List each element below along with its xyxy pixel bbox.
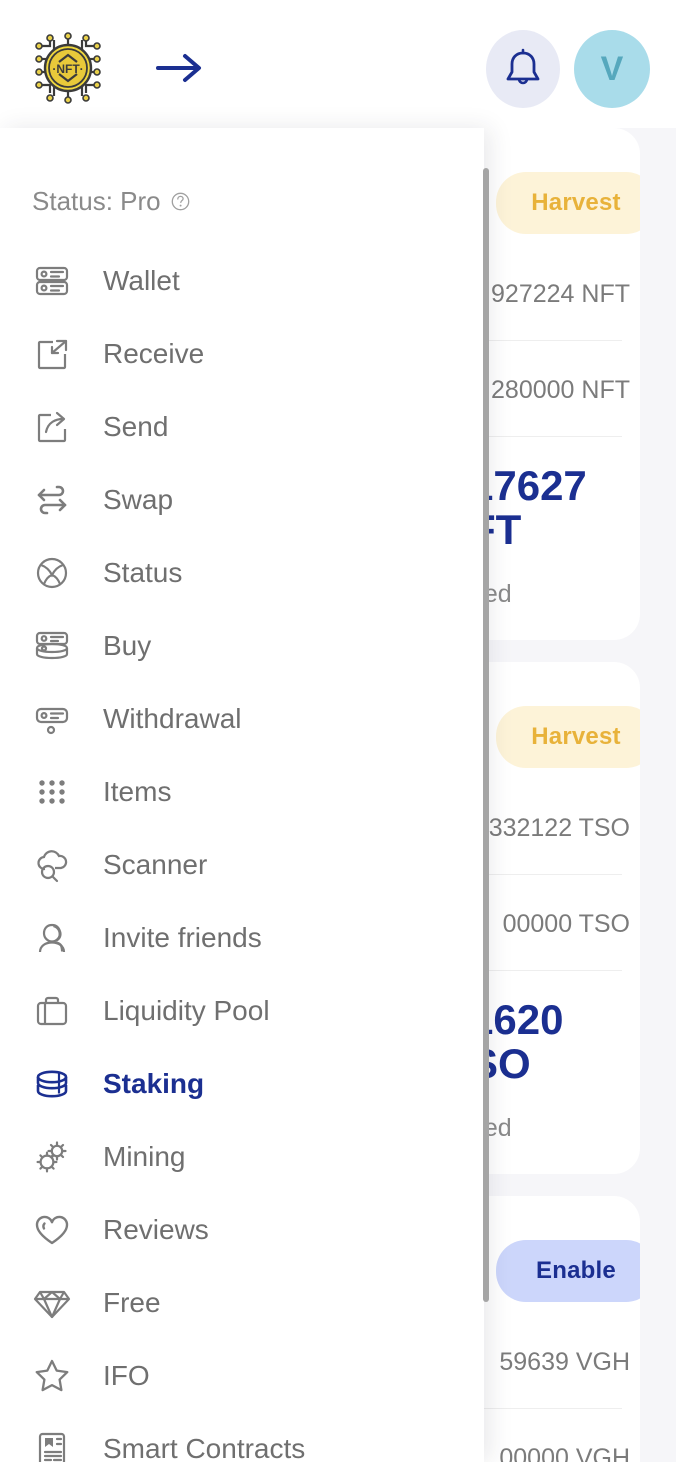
swap-icon bbox=[30, 478, 74, 522]
receive-icon bbox=[30, 332, 74, 376]
menu-item-status[interactable]: Status bbox=[0, 536, 484, 609]
menu-item-invite-friends[interactable]: Invite friends bbox=[0, 901, 484, 974]
nft-chip-coin-icon[interactable]: ·NFT· bbox=[24, 24, 112, 112]
menu-label: Smart Contracts bbox=[103, 1432, 306, 1462]
menu-label: Wallet bbox=[103, 264, 180, 296]
menu-item-receive[interactable]: Receive bbox=[0, 317, 484, 390]
menu-label: Free bbox=[103, 1286, 161, 1318]
withdrawal-icon bbox=[30, 697, 74, 741]
menu-item-swap[interactable]: Swap bbox=[0, 463, 484, 536]
menu-item-withdrawal[interactable]: Withdrawal bbox=[0, 682, 484, 755]
menu-label: Swap bbox=[103, 483, 174, 515]
scanner-icon bbox=[30, 843, 74, 887]
navigation-drawer: Status: Pro Wallet Receive Send Swap Sta… bbox=[0, 128, 484, 1462]
menu-label: Withdrawal bbox=[103, 702, 242, 734]
menu-item-smart-contracts[interactable]: Smart Contracts bbox=[0, 1412, 484, 1462]
menu-label: Reviews bbox=[103, 1213, 209, 1245]
status-row: Status: Pro bbox=[32, 186, 190, 217]
arrow-right-icon[interactable] bbox=[152, 44, 208, 92]
bell-icon bbox=[503, 47, 543, 91]
harvest-button[interactable]: Harvest bbox=[496, 172, 640, 234]
diamond-icon bbox=[30, 1281, 74, 1325]
status-globe-icon bbox=[30, 551, 74, 595]
star-icon bbox=[30, 1354, 74, 1398]
help-circle-icon[interactable] bbox=[171, 192, 190, 211]
menu-label: Send bbox=[103, 410, 169, 442]
avatar[interactable]: V bbox=[574, 30, 650, 108]
menu-item-items[interactable]: Items bbox=[0, 755, 484, 828]
menu-item-free[interactable]: Free bbox=[0, 1266, 484, 1339]
avatar-initial: V bbox=[600, 49, 624, 88]
app-root: ·NFT· V Harvest 927224 NFT 280000 NFT 17… bbox=[0, 0, 676, 1462]
menu-label: IFO bbox=[103, 1359, 150, 1391]
coin-stack-icon bbox=[30, 1062, 74, 1106]
invite-friends-icon bbox=[30, 916, 74, 960]
menu-label: Invite friends bbox=[103, 921, 262, 953]
briefcase-icon bbox=[30, 989, 74, 1033]
notifications-button[interactable] bbox=[486, 30, 560, 108]
wallet-icon bbox=[30, 259, 74, 303]
harvest-button[interactable]: Harvest bbox=[496, 706, 640, 768]
menu-item-mining[interactable]: Mining bbox=[0, 1120, 484, 1193]
enable-button[interactable]: Enable bbox=[496, 1240, 640, 1302]
menu-item-staking[interactable]: Staking bbox=[0, 1047, 484, 1120]
menu-item-ifo[interactable]: IFO bbox=[0, 1339, 484, 1412]
drawer-scrollbar[interactable] bbox=[483, 168, 489, 1302]
menu-item-buy[interactable]: Buy bbox=[0, 609, 484, 682]
menu-label: Mining bbox=[103, 1140, 186, 1172]
menu-label: Status bbox=[103, 556, 183, 588]
menu-label: Liquidity Pool bbox=[103, 994, 270, 1026]
grid-dots-icon bbox=[30, 770, 74, 814]
menu-item-send[interactable]: Send bbox=[0, 390, 484, 463]
menu-label: Receive bbox=[103, 337, 205, 369]
drawer-menu: Wallet Receive Send Swap Status Buy With… bbox=[0, 244, 484, 1462]
gears-icon bbox=[30, 1135, 74, 1179]
menu-label: Scanner bbox=[103, 848, 208, 880]
buy-coins-icon bbox=[30, 624, 74, 668]
menu-label: Items bbox=[103, 775, 172, 807]
menu-item-scanner[interactable]: Scanner bbox=[0, 828, 484, 901]
menu-label: Staking bbox=[103, 1067, 205, 1099]
menu-item-liquidity-pool[interactable]: Liquidity Pool bbox=[0, 974, 484, 1047]
contract-doc-icon bbox=[30, 1427, 74, 1462]
send-icon bbox=[30, 405, 74, 449]
menu-item-wallet[interactable]: Wallet bbox=[0, 244, 484, 317]
status-label: Status: Pro bbox=[32, 186, 161, 216]
menu-label: Buy bbox=[103, 629, 152, 661]
heart-icon bbox=[30, 1208, 74, 1252]
app-header: ·NFT· V bbox=[0, 0, 676, 128]
menu-item-reviews[interactable]: Reviews bbox=[0, 1193, 484, 1266]
svg-text:·NFT·: ·NFT· bbox=[52, 62, 83, 76]
